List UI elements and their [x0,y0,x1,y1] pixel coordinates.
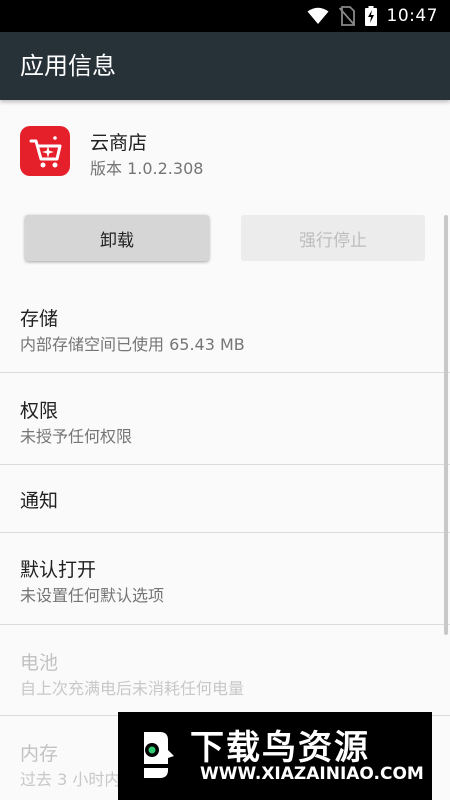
shopping-cart-icon [29,136,62,168]
notifications-title: 通知 [20,490,59,512]
permissions-subtitle: 未授予任何权限 [20,427,133,446]
watermark-title: 下载鸟资源 [190,728,370,768]
app-name: 云商店 [90,132,148,154]
watermark-url: WWW.XIAZAINIAO.COM [200,764,424,784]
bird-logo-icon [140,732,174,778]
status-bar: 10:47 [0,0,450,32]
watermark: 下载鸟资源 WWW.XIAZAINIAO.COM [118,712,432,800]
force-stop-button[interactable]: 强行停止 [241,215,425,261]
scrollbar[interactable] [444,215,448,635]
page-title: 应用信息 [20,52,116,80]
wifi-icon [307,7,328,24]
battery-row: 电池 自上次充满电后未消耗任何电量 [0,625,450,716]
status-time: 10:47 [386,6,438,26]
no-sim-icon [338,6,355,26]
open-by-default-row[interactable]: 默认打开 未设置任何默认选项 [0,533,450,625]
notifications-row[interactable]: 通知 [0,465,450,533]
battery-subtitle: 自上次充满电后未消耗任何电量 [20,679,245,698]
permissions-row[interactable]: 权限 未授予任何权限 [0,373,450,465]
storage-subtitle: 内部存储空间已使用 65.43 MB [20,335,245,354]
status-icons: 10:47 [307,0,439,32]
storage-title: 存储 [20,308,59,330]
permissions-title: 权限 [20,400,59,422]
app-version: 版本 1.0.2.308 [90,159,204,178]
memory-title: 内存 [20,743,59,765]
battery-title: 电池 [20,652,59,674]
app-icon [20,126,70,176]
uninstall-button[interactable]: 卸载 [25,215,209,261]
storage-row[interactable]: 存储 内部存储空间已使用 65.43 MB [0,280,450,373]
app-header: 云商店 版本 1.0.2.308 [0,100,450,200]
app-bar: 应用信息 [0,32,450,100]
battery-charging-icon [364,6,377,26]
open-by-default-subtitle: 未设置任何默认选项 [20,586,165,605]
memory-subtitle: 过去 3 小时内 [20,770,121,789]
open-by-default-title: 默认打开 [20,559,97,581]
